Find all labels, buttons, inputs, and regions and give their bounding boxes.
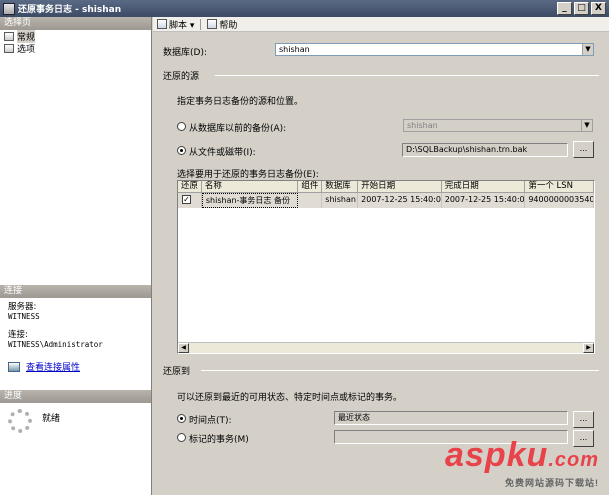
- backup-file-path[interactable]: D:\SQLBackup\shishan.trn.bak: [402, 143, 568, 157]
- connection-value: WITNESS\Administrator: [8, 340, 103, 349]
- divider: [215, 75, 599, 76]
- column-header[interactable]: 组件: [298, 181, 323, 192]
- server-label: 服务器:: [8, 302, 37, 312]
- watermark-logo: aspku.com 免费网站源码下载站!: [445, 436, 599, 488]
- previous-backup-select[interactable]: shishan ▼: [403, 119, 593, 132]
- page-item-label: 选项: [17, 44, 36, 55]
- progress-status: 就绪: [42, 413, 61, 424]
- point-in-time-browse-button[interactable]: ...: [573, 411, 594, 428]
- page-icon: [4, 43, 14, 53]
- select-backup-sets-label: 选择要用于还原的事务日志备份(E):: [177, 170, 319, 180]
- restore-to-description: 可以还原到最近的可用状态、特定时间点或标记的事务。: [177, 393, 403, 403]
- script-label: 脚本 ▾: [169, 20, 195, 31]
- watermark-subtitle: 免费网站源码下载站!: [505, 478, 599, 488]
- view-connection-properties-link[interactable]: 查看连接属性: [26, 360, 80, 373]
- column-header[interactable]: 完成日期: [442, 181, 526, 192]
- column-header[interactable]: 数据库: [322, 181, 359, 192]
- source-group-title: 还原的源: [163, 72, 200, 82]
- connection-label: 连接:: [8, 330, 28, 340]
- database-value: shishan: [279, 45, 310, 54]
- select-page-header: 选择页: [0, 17, 151, 30]
- restore-checkbox[interactable]: ✓: [182, 195, 191, 204]
- page-icon: [4, 31, 14, 41]
- cell-name: shishan-事务日志 备份: [201, 193, 299, 208]
- progress-spinner-icon: [8, 409, 32, 433]
- chevron-down-icon: ▼: [582, 44, 593, 55]
- previous-backup-value: shishan: [407, 121, 438, 130]
- cell-database: shishan: [322, 193, 359, 208]
- cell-component: [298, 193, 323, 208]
- toolbar-separator: [200, 18, 202, 30]
- help-icon: [207, 19, 218, 29]
- connection-properties-icon: [8, 361, 20, 372]
- column-header[interactable]: 名称: [202, 181, 299, 192]
- app-icon: [3, 2, 15, 15]
- page-item-general[interactable]: 常规: [0, 29, 151, 43]
- divider: [201, 370, 599, 371]
- horizontal-scrollbar[interactable]: ◀ ▶: [178, 342, 594, 353]
- marked-transaction-radio[interactable]: [177, 433, 186, 442]
- page-item-options[interactable]: 选项: [0, 42, 151, 55]
- close-button[interactable]: X: [591, 2, 606, 15]
- scroll-left-icon[interactable]: ◀: [178, 343, 189, 353]
- database-select[interactable]: shishan ▼: [275, 43, 594, 56]
- cell-finish-date: 2007-12-25 15:40:08: [442, 193, 526, 208]
- cell-start-date: 2007-12-25 15:40:07: [358, 193, 442, 208]
- column-header[interactable]: 还原: [178, 181, 202, 192]
- restore-to-group-title: 还原到: [163, 367, 191, 377]
- script-button[interactable]: 脚本 ▾: [157, 18, 194, 31]
- source-description: 指定事务日志备份的源和位置。: [177, 97, 304, 107]
- connection-header: 连接: [0, 285, 151, 298]
- browse-button[interactable]: ...: [573, 141, 594, 158]
- window-title: 还原事务日志 - shishan: [18, 5, 122, 15]
- title-bar: 还原事务日志 - shishan _ □ X: [0, 0, 609, 17]
- column-header[interactable]: 第一个 LSN: [525, 181, 594, 192]
- from-file-label: 从文件或磁带(I):: [189, 148, 256, 158]
- backup-sets-grid[interactable]: 还原 名称 组件 数据库 开始日期 完成日期 第一个 LSN ✓ shishan…: [177, 180, 595, 354]
- help-button[interactable]: 帮助: [207, 18, 237, 31]
- point-in-time-field[interactable]: 最近状态: [334, 411, 568, 425]
- table-row[interactable]: ✓ shishan-事务日志 备份 shishan 2007-12-25 15:…: [178, 193, 594, 208]
- left-pane: 选择页 常规 选项 连接 服务器: WITNESS 连接: WITNESS\Ad…: [0, 17, 152, 495]
- script-icon: [157, 19, 167, 29]
- toolbar: 脚本 ▾ 帮助: [153, 17, 609, 32]
- progress-header: 进度: [0, 390, 151, 403]
- from-previous-label: 从数据库以前的备份(A):: [189, 124, 287, 134]
- main-panel: 数据库(D): shishan ▼ 还原的源 指定事务日志备份的源和位置。 从数…: [153, 33, 609, 495]
- help-label: 帮助: [219, 20, 238, 31]
- from-file-radio[interactable]: [177, 146, 186, 155]
- grid-header: 还原 名称 组件 数据库 开始日期 完成日期 第一个 LSN: [178, 181, 594, 193]
- watermark-brand: aspku: [445, 436, 549, 474]
- minimize-button[interactable]: _: [557, 2, 572, 15]
- server-value: WITNESS: [8, 312, 40, 321]
- watermark-tld: .com: [548, 449, 599, 471]
- chevron-down-icon: ▼: [581, 120, 592, 131]
- column-header[interactable]: 开始日期: [358, 181, 442, 192]
- maximize-button[interactable]: □: [574, 2, 589, 15]
- marked-transaction-label: 标记的事务(M): [189, 435, 249, 445]
- cell-first-lsn: 9400000003540000: [525, 193, 594, 208]
- point-in-time-label: 时间点(T):: [189, 416, 232, 426]
- database-label: 数据库(D):: [163, 48, 207, 58]
- from-previous-backup-radio[interactable]: [177, 122, 186, 131]
- scroll-right-icon[interactable]: ▶: [583, 343, 594, 353]
- point-in-time-radio[interactable]: [177, 414, 186, 423]
